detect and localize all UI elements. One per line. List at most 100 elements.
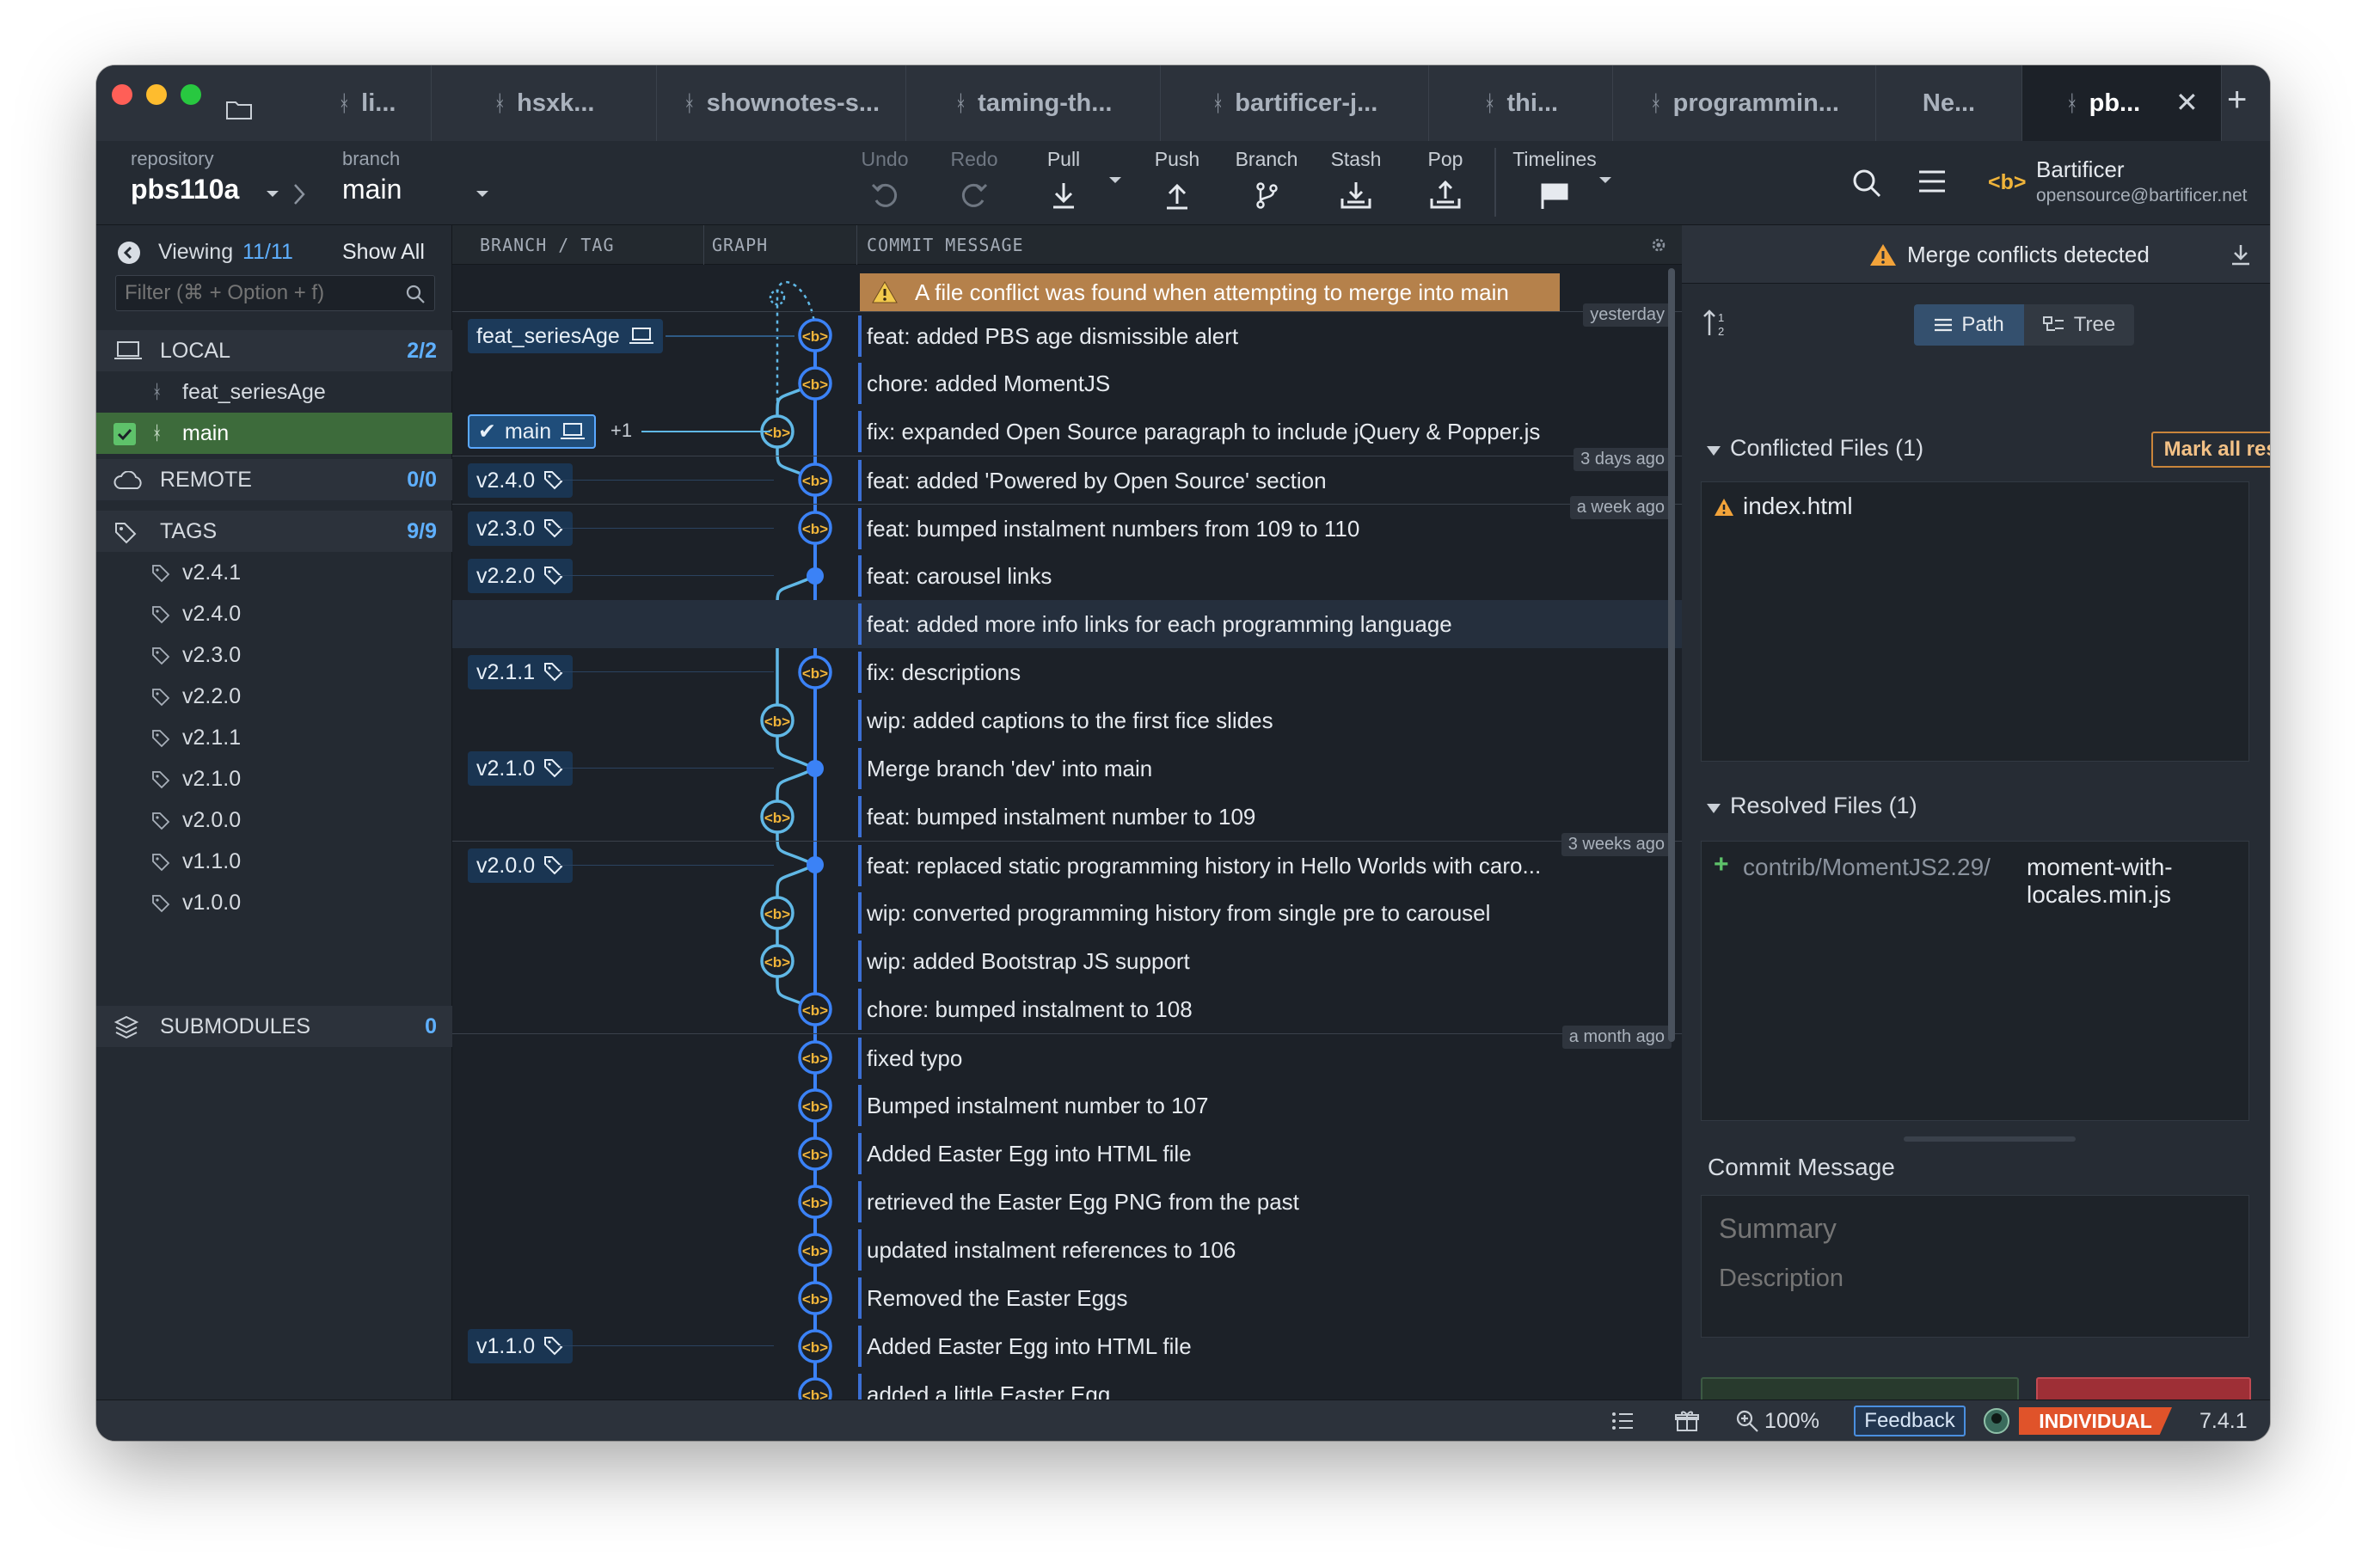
zoom-icon[interactable] xyxy=(1735,1409,1759,1433)
window-maximize-button[interactable] xyxy=(181,84,201,105)
commit-row[interactable]: feat: bumped instalment number to 109 xyxy=(452,793,1682,841)
panel-resize-handle[interactable] xyxy=(1904,1136,2076,1142)
commit-row[interactable]: fix: descriptions v2.1.1 xyxy=(452,648,1682,696)
timelines-button[interactable]: Timelines xyxy=(1503,148,1606,211)
tag-chip[interactable]: v2.3.0 xyxy=(468,511,574,546)
commit-row[interactable]: feat: bumped instalment numbers from 109… xyxy=(452,496,1682,552)
new-tab-tab[interactable]: Ne... xyxy=(1876,65,2022,141)
repo-tab[interactable]: ᚼ taming-th... xyxy=(906,65,1161,141)
description-input[interactable] xyxy=(1702,1265,2248,1333)
branch-chip-feat-seriesage[interactable]: feat_seriesAge xyxy=(468,319,663,353)
filter-input[interactable] xyxy=(116,276,391,310)
repo-tab[interactable]: ᚼ hsxk... xyxy=(432,65,657,141)
license-badge[interactable]: INDIVIDUAL xyxy=(2019,1407,2172,1435)
commit-row[interactable]: feat: added PBS age dismissible alert yes… xyxy=(452,303,1682,359)
branch-button[interactable]: Branch xyxy=(1228,148,1305,211)
timelines-options-icon[interactable] xyxy=(1598,175,1613,186)
commit-row[interactable]: fixed typo a month ago xyxy=(452,1026,1682,1081)
undo-button[interactable]: Undo xyxy=(846,148,923,211)
feedback-button[interactable]: Feedback xyxy=(1854,1406,1966,1436)
pop-button[interactable]: Pop xyxy=(1407,148,1484,211)
push-button[interactable]: Push xyxy=(1138,148,1216,211)
sidebar-branch-main[interactable]: ᚼ main xyxy=(96,413,452,454)
conflicted-file-row[interactable]: index.html xyxy=(1702,482,2248,529)
tag-chip[interactable]: v1.1.0 xyxy=(468,1329,574,1363)
commit-row[interactable]: Added Easter Egg into HTML file v1.1.0 xyxy=(452,1322,1682,1370)
tags-section-header[interactable]: TAGS 9/9 xyxy=(96,511,452,552)
new-tab-icon[interactable]: + xyxy=(2227,81,2247,119)
tag-chip[interactable]: v2.0.0 xyxy=(468,848,574,883)
remote-section-header[interactable]: REMOTE 0/0 xyxy=(96,459,452,500)
commit-row[interactable]: Added Easter Egg into HTML file xyxy=(452,1130,1682,1178)
commit-row[interactable]: chore: bumped instalment to 108 xyxy=(452,985,1682,1033)
local-section-header[interactable]: LOCAL 2/2 xyxy=(96,330,452,371)
filter-field[interactable] xyxy=(115,275,435,311)
close-tab-icon[interactable]: ✕ xyxy=(2175,86,2199,119)
sidebar-tag-item[interactable]: v1.1.0 xyxy=(96,841,452,882)
commit-row[interactable]: chore: added MomentJS xyxy=(452,359,1682,407)
branch-chip-main[interactable]: ✔ main xyxy=(468,414,597,449)
mark-all-resolved-button[interactable]: Mark all resolved xyxy=(2151,432,2270,468)
checkbox-checked-icon[interactable] xyxy=(113,423,136,445)
repo-tab[interactable]: ᚼ li... xyxy=(303,65,432,141)
commit-row[interactable]: wip: added Bootstrap JS support xyxy=(452,937,1682,985)
tag-chip[interactable]: v2.1.1 xyxy=(468,655,574,689)
chevron-down-icon[interactable] xyxy=(265,189,280,199)
tree-view-toggle[interactable]: Tree xyxy=(2024,304,2134,346)
show-all-button[interactable]: Show All xyxy=(342,240,425,265)
caret-down-icon[interactable] xyxy=(1706,445,1721,457)
commit-row[interactable]: fix: expanded Open Source paragraph to i… xyxy=(452,407,1682,456)
sidebar-tag-item[interactable]: v2.3.0 xyxy=(96,634,452,676)
sidebar-tag-item[interactable]: v2.1.1 xyxy=(96,717,452,758)
summary-input[interactable] xyxy=(1702,1204,2248,1253)
repo-tab[interactable]: ᚼ programmin... xyxy=(1613,65,1876,141)
window-minimize-button[interactable] xyxy=(146,84,167,105)
pull-options-icon[interactable] xyxy=(1107,175,1123,186)
resolved-file-row[interactable]: + contrib/MomentJS2.29/ moment-with-loca… xyxy=(1702,842,2248,908)
commit-row[interactable]: Removed the Easter Eggs xyxy=(452,1274,1682,1322)
sidebar-tag-item[interactable]: v2.0.0 xyxy=(96,799,452,841)
commit-row[interactable]: feat: added 'Powered by Open Source' sec… xyxy=(452,448,1682,504)
gift-icon[interactable] xyxy=(1675,1409,1699,1433)
tag-chip[interactable]: v2.2.0 xyxy=(468,559,574,593)
commit-row[interactable]: Merge branch 'dev' into main v2.1.0 xyxy=(452,744,1682,793)
stash-button[interactable]: Stash xyxy=(1317,148,1395,211)
account-avatar[interactable]: <b> xyxy=(1988,170,2026,195)
folder-icon[interactable] xyxy=(225,98,253,120)
gitkraken-logo-icon[interactable] xyxy=(1983,1407,2010,1435)
commit-row[interactable]: retrieved the Easter Egg PNG from the pa… xyxy=(452,1178,1682,1226)
tag-chip[interactable]: v2.1.0 xyxy=(468,751,574,786)
commit-row[interactable]: wip: converted programming history from … xyxy=(452,889,1682,937)
sidebar-tag-item[interactable]: v2.2.0 xyxy=(96,676,452,717)
repo-tab[interactable]: ᚼ shownotes-s... xyxy=(657,65,906,141)
activity-log-icon[interactable] xyxy=(1611,1411,1634,1431)
repo-tab[interactable]: ᚼ thi... xyxy=(1429,65,1613,141)
sidebar-tag-item[interactable]: v2.4.0 xyxy=(96,593,452,634)
repo-tab[interactable]: ᚼ bartificer-j... xyxy=(1161,65,1429,141)
tag-chip[interactable]: v2.4.0 xyxy=(468,463,574,498)
back-arrow-icon[interactable] xyxy=(117,241,141,265)
redo-button[interactable]: Redo xyxy=(936,148,1013,211)
commit-row[interactable]: wip: added captions to the first fice sl… xyxy=(452,696,1682,744)
caret-down-icon[interactable] xyxy=(1706,803,1721,815)
menu-icon[interactable] xyxy=(1917,168,1947,194)
commit-row[interactable]: feat: carousel links v2.2.0 xyxy=(452,552,1682,600)
sidebar-tag-item[interactable]: v2.4.1 xyxy=(96,552,452,593)
branch-select[interactable]: main xyxy=(342,174,402,205)
path-view-toggle[interactable]: Path xyxy=(1914,304,2024,346)
window-close-button[interactable] xyxy=(112,84,132,105)
sidebar-tag-item[interactable]: v2.1.0 xyxy=(96,758,452,799)
download-icon[interactable] xyxy=(2229,242,2253,266)
commit-row[interactable]: Bumped instalment number to 107 xyxy=(452,1081,1682,1130)
commit-row[interactable]: feat: added more info links for each pro… xyxy=(452,600,1682,648)
sidebar-tag-item[interactable]: v1.0.0 xyxy=(96,882,452,923)
sidebar-branch-feat-seriesage[interactable]: ᚼ feat_seriesAge xyxy=(96,371,452,413)
repository-select[interactable]: pbs110a xyxy=(131,174,239,205)
zoom-level[interactable]: 100% xyxy=(1764,1409,1819,1434)
chevron-down-icon[interactable] xyxy=(475,189,490,199)
graph-scrollbar[interactable] xyxy=(1668,268,1675,1042)
commit-row[interactable]: feat: replaced static programming histor… xyxy=(452,833,1682,889)
commit-row[interactable]: updated instalment references to 106 xyxy=(452,1226,1682,1274)
sort-icon[interactable]: 12 xyxy=(1702,308,1732,339)
pull-button[interactable]: Pull xyxy=(1025,148,1102,211)
